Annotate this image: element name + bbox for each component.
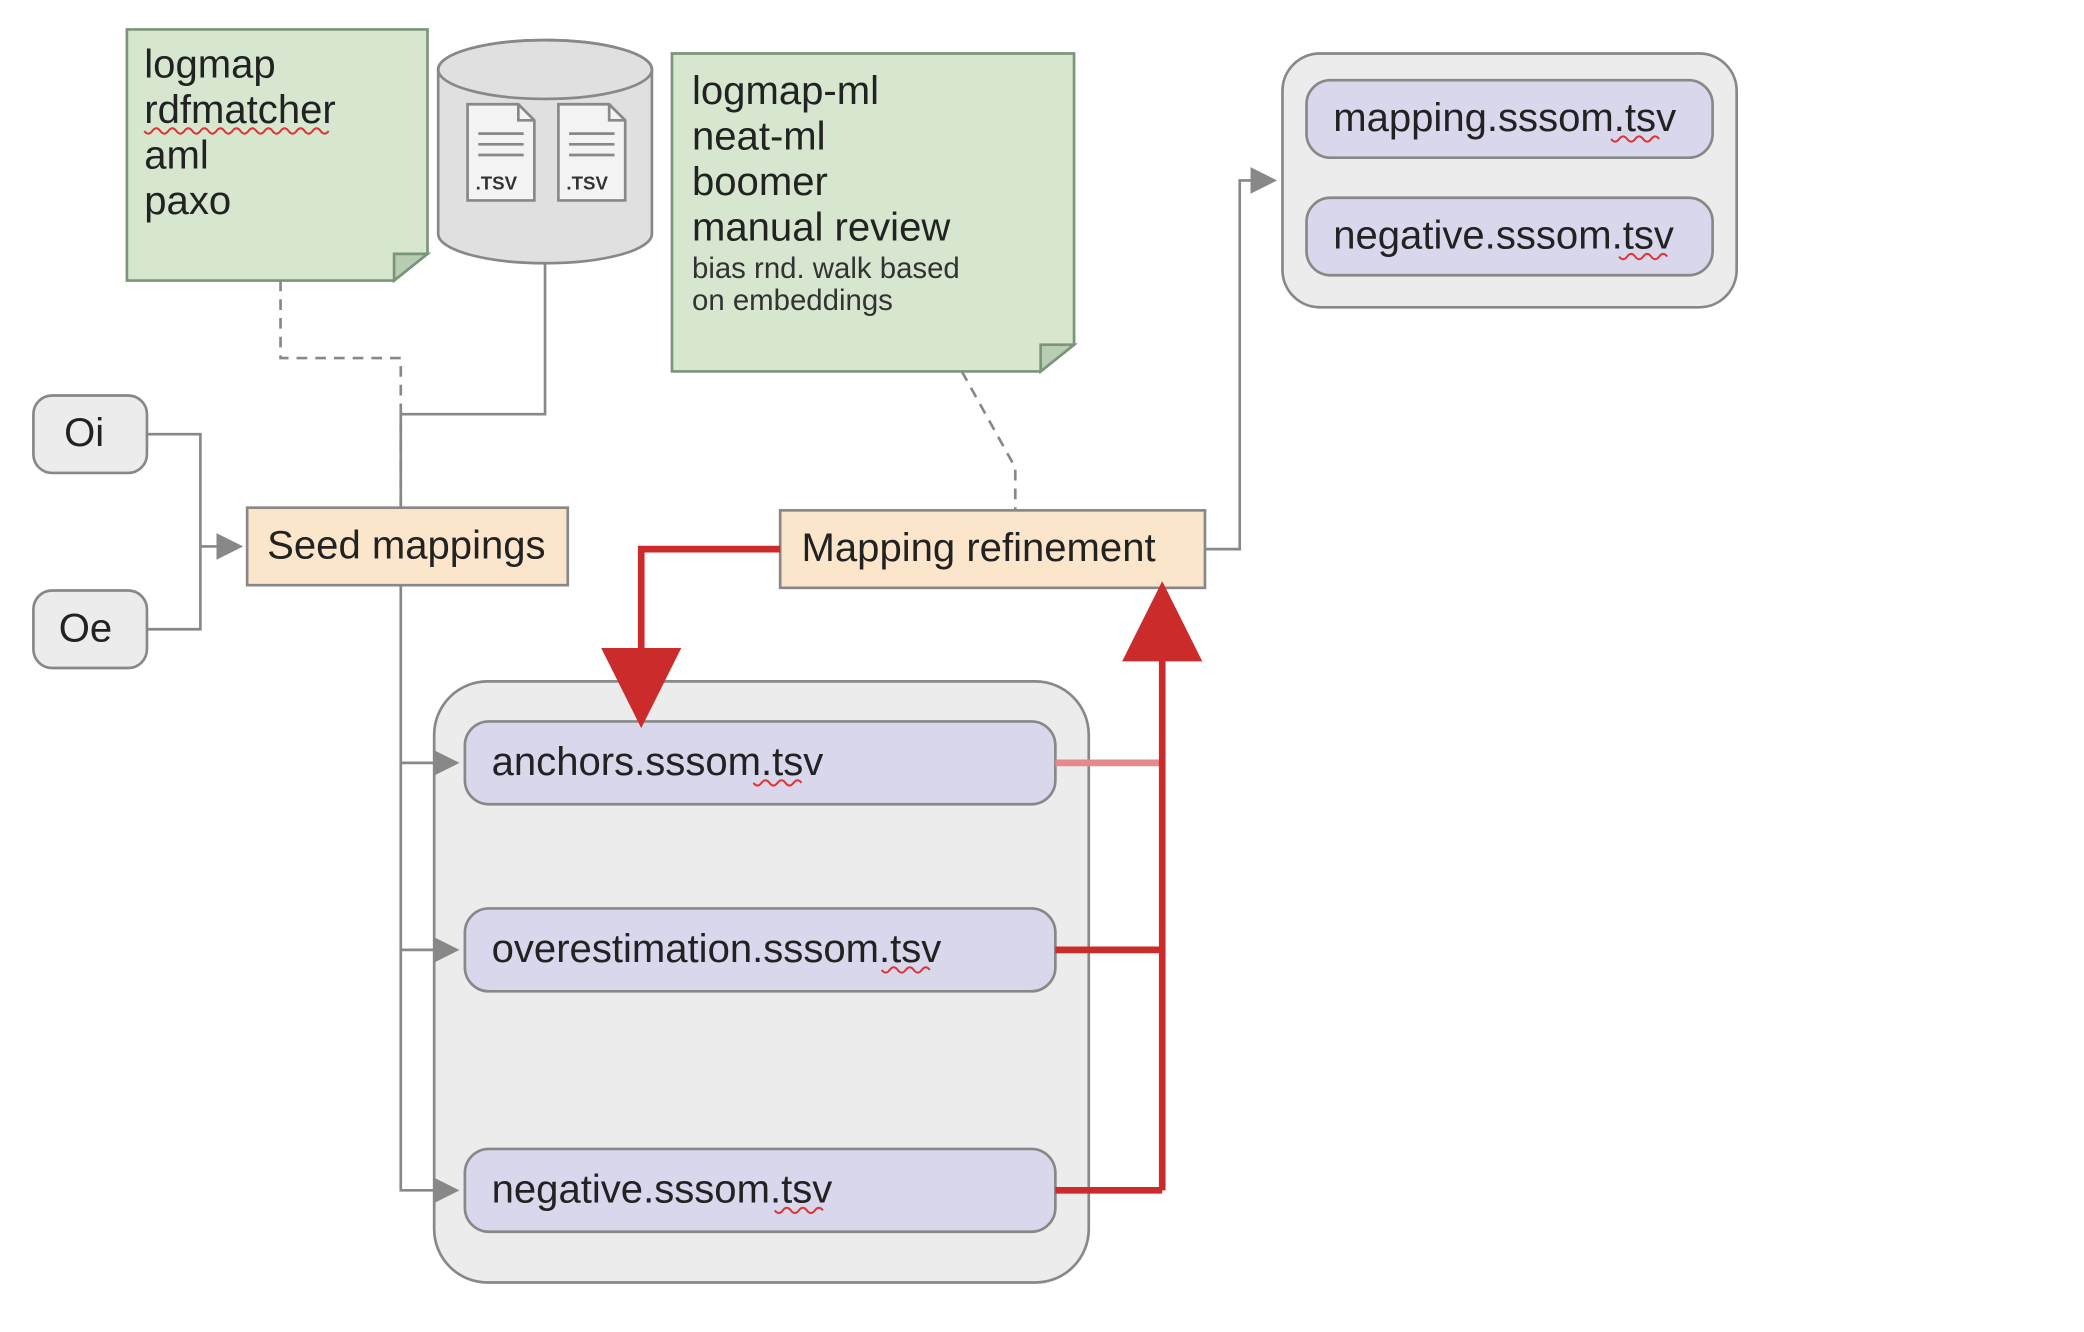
note-right-s1: bias rnd. walk based [692, 252, 960, 285]
mapping-refinement-label: Mapping refinement [802, 526, 1156, 570]
database-icon: .TSV .TSV [438, 40, 652, 263]
pool-neg-label: negative.sssom.tsv [492, 1167, 833, 1211]
db-file-1-ext: .TSV [476, 173, 518, 194]
note-left-l1: logmap [144, 43, 275, 87]
output-negative-label: negative.sssom.tsv [1333, 214, 1674, 258]
output-negative: negative.sssom.tsv [1307, 198, 1713, 275]
note-right-l4: manual review [692, 206, 951, 250]
note-left: logmap rdfmatcher aml paxo [127, 29, 428, 280]
edge-db-seed [401, 263, 545, 507]
note-right-l3: boomer [692, 160, 828, 204]
note-right-s2: on embeddings [692, 284, 893, 317]
output-container: mapping.sssom.tsv negative.sssom.tsv [1282, 53, 1736, 307]
pool-over-label: overestimation.sssom.tsv [492, 927, 942, 971]
edge-noteright-refine [962, 371, 1015, 510]
ont-oe-label: Oe [59, 606, 112, 650]
pool-overestimation: overestimation.sssom.tsv [465, 908, 1055, 991]
mapping-refinement: Mapping refinement [780, 510, 1205, 587]
note-left-l4: paxo [144, 179, 231, 223]
diagram-canvas: logmap rdfmatcher aml paxo .TSV .TSV [0, 0, 2084, 1332]
note-left-l2: rdfmatcher [144, 88, 335, 132]
edge-oi-seed [147, 434, 238, 546]
note-left-l3: aml [144, 133, 209, 177]
ont-oe: Oe [33, 591, 147, 668]
note-right: logmap-ml neat-ml boomer manual review b… [672, 53, 1074, 371]
note-right-l1: logmap-ml [692, 69, 879, 113]
seed-mappings-label: Seed mappings [267, 523, 545, 567]
db-file-2: .TSV [558, 104, 625, 200]
output-mapping: mapping.sssom.tsv [1307, 80, 1713, 157]
pool-negative: negative.sssom.tsv [465, 1149, 1055, 1232]
pool-anchors: anchors.sssom.tsv [465, 721, 1055, 804]
seed-mappings: Seed mappings [247, 508, 568, 585]
edge-refine-output [1205, 180, 1272, 549]
note-right-l2: neat-ml [692, 115, 826, 159]
pool-container: anchors.sssom.tsv overestimation.sssom.t… [434, 681, 1089, 1282]
edge-oe-seed [147, 546, 200, 629]
db-file-2-ext: .TSV [566, 173, 608, 194]
output-mapping-label: mapping.sssom.tsv [1333, 96, 1676, 140]
ont-oi: Oi [33, 395, 147, 472]
edge-noteleft-seed [281, 281, 401, 508]
ont-oi-label: Oi [64, 411, 104, 455]
db-file-1: .TSV [468, 104, 535, 200]
pool-anchors-label: anchors.sssom.tsv [492, 740, 824, 784]
